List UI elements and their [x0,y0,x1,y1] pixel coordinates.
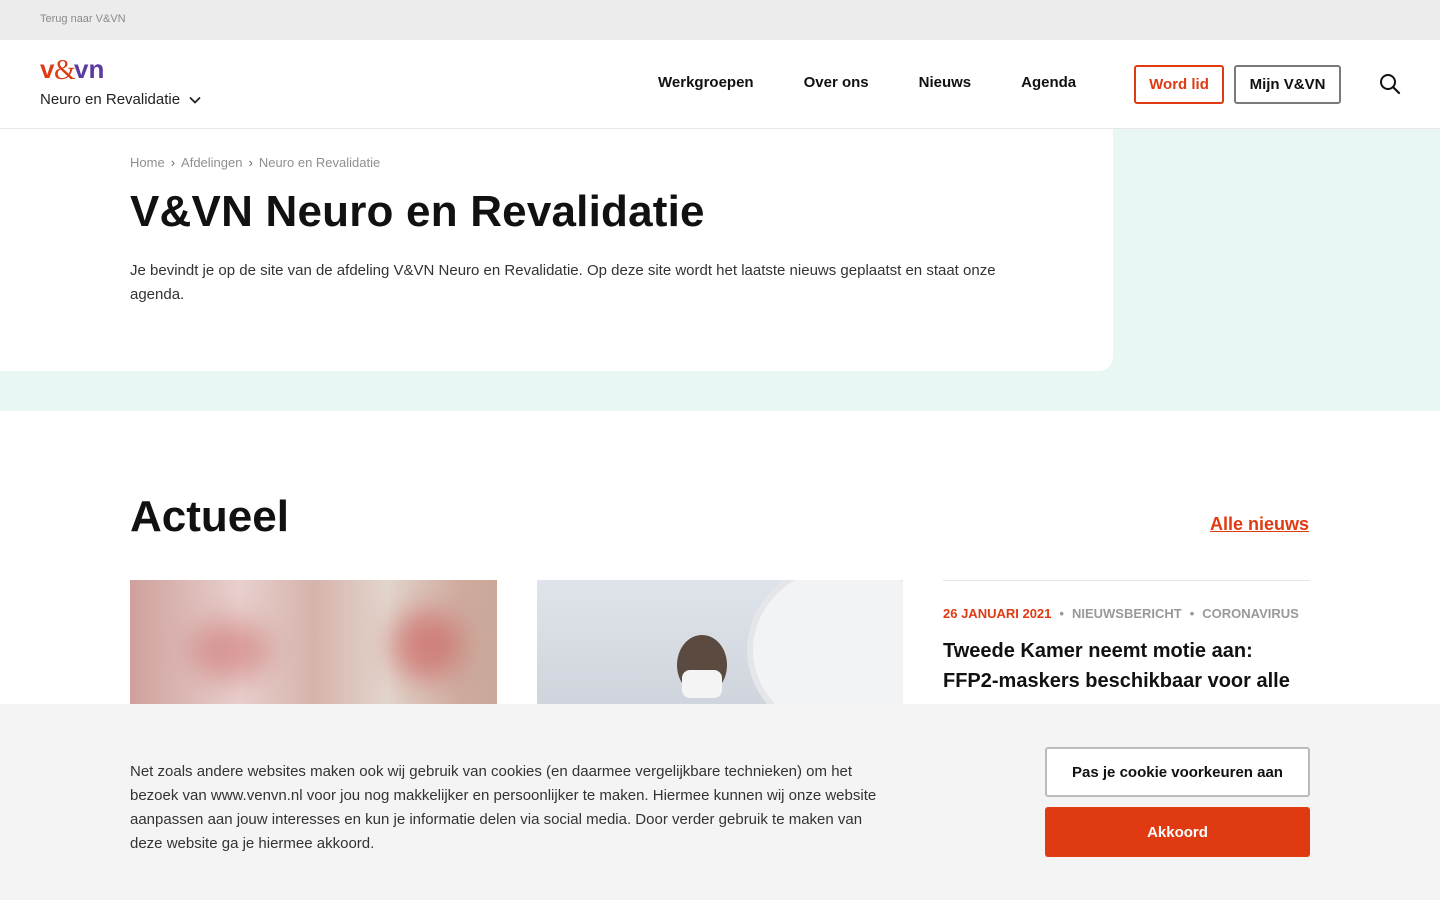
top-bar: Terug naar V&VN [0,0,1440,40]
breadcrumb-current[interactable]: Neuro en Revalidatie [259,155,380,170]
svg-text:vn: vn [74,57,104,84]
news-title-link[interactable]: Tweede Kamer neemt motie aan: FFP2-maske… [943,636,1310,696]
svg-text:&: & [54,57,76,85]
nav-nieuws[interactable]: Nieuws [919,74,972,91]
page-title: V&VN Neuro en Revalidatie [130,187,705,236]
all-news-link[interactable]: Alle nieuws [1210,514,1309,535]
chevron-right-icon: › [170,155,176,170]
chevron-right-icon: › [248,155,253,170]
hero-card: Home › Afdelingen › Neuro en Revalidatie… [0,129,1113,371]
news-card-image[interactable] [537,580,903,710]
nav-agenda[interactable]: Agenda [1021,74,1076,91]
main-nav: Werkgroepen Over ons Nieuws Agenda [658,74,1126,91]
nav-over-ons[interactable]: Over ons [804,74,869,91]
mijn-venvn-button[interactable]: Mijn V&VN [1234,65,1341,104]
breadcrumb: Home › Afdelingen › Neuro en Revalidatie [130,155,380,170]
news-card-image[interactable] [130,580,497,710]
svg-text:v: v [40,57,55,84]
department-selector[interactable]: Neuro en Revalidatie [40,91,202,108]
breadcrumb-afdelingen[interactable]: Afdelingen [181,155,242,170]
news-meta: 26 JANUARI 2021 • NIEUWSBERICHT • CORONA… [943,606,1299,621]
cookie-banner: Net zoals andere websites maken ook wij … [0,704,1440,900]
cookie-preferences-button[interactable]: Pas je cookie voorkeuren aan [1045,747,1310,797]
search-icon[interactable] [1378,72,1402,96]
chevron-down-icon [189,96,201,104]
cookie-text: Net zoals andere websites maken ook wij … [130,763,877,852]
news-date: 26 JANUARI 2021 [943,606,1052,621]
word-lid-button[interactable]: Word lid [1134,65,1224,104]
cookie-accept-button[interactable]: Akkoord [1045,807,1310,857]
back-to-venvn-link[interactable]: Terug naar V&VN [40,13,126,25]
actueel-heading: Actueel [130,492,289,541]
department-label: Neuro en Revalidatie [40,91,181,108]
nav-werkgroepen[interactable]: Werkgroepen [658,74,754,91]
page-intro: Je bevindt je op de site van de afdeling… [130,262,996,303]
site-header: v & vn Neuro en Revalidatie Werkgroepen … [0,40,1440,129]
news-type: NIEUWSBERICHT [1071,606,1182,621]
breadcrumb-home[interactable]: Home [130,155,165,170]
news-category: CORONAVIRUS [1202,606,1299,621]
venvn-logo[interactable]: v & vn [40,57,112,85]
divider [943,580,1310,581]
